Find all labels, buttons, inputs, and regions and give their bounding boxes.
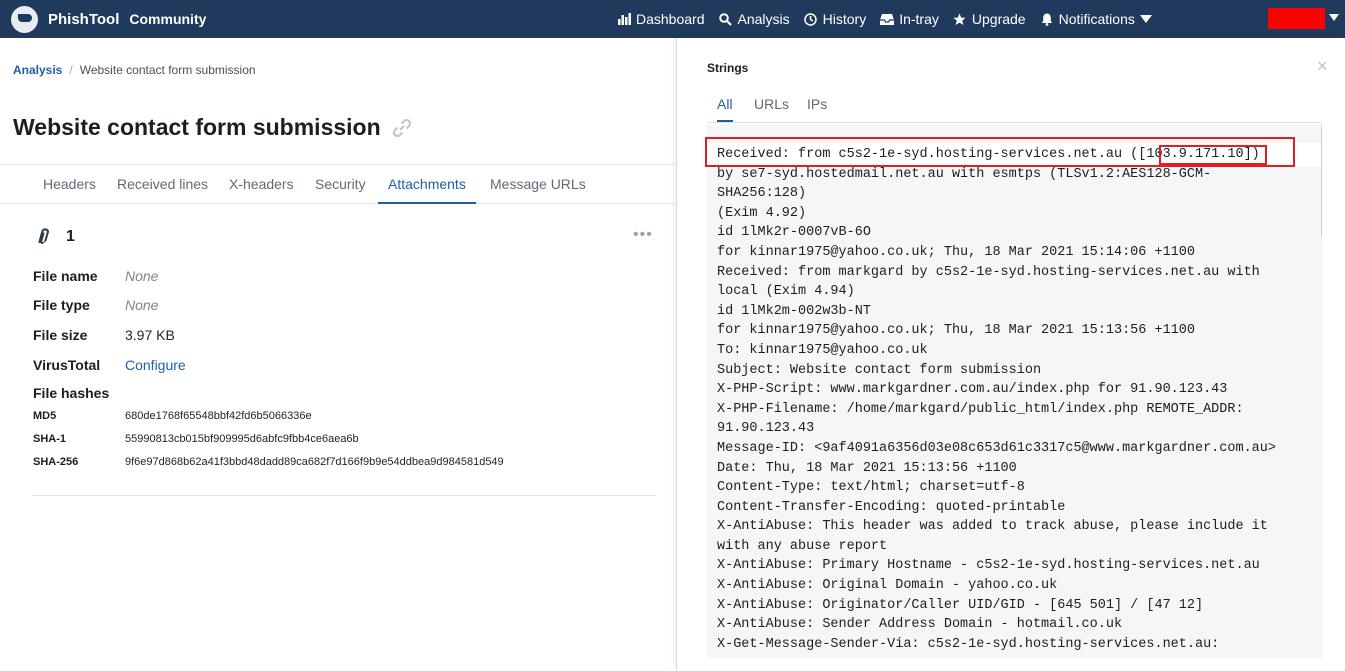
nav-dashboard-label: Dashboard <box>636 11 705 27</box>
string-line: Content-Transfer-Encoding: quoted-printa… <box>717 499 1066 515</box>
strings-tab-all[interactable]: All <box>717 96 733 122</box>
nav-analysis[interactable]: Analysis <box>719 11 790 27</box>
breadcrumb-separator: / <box>69 63 73 77</box>
string-line: local (Exim 4.94) <box>717 284 855 300</box>
md5-value: 680de1768f65548bbf42fd6b5066336e <box>125 410 312 422</box>
nav-upgrade-label: Upgrade <box>971 11 1026 27</box>
brand-name: PhishTool <box>48 10 120 28</box>
virustotal-configure-link[interactable]: Configure <box>125 357 186 373</box>
inbox-icon <box>880 12 895 26</box>
sha1-value: 55990813cb015bf909995d6abfc9fbb4ce6aea6b <box>125 433 359 445</box>
tab-headers[interactable]: Headers <box>43 165 96 204</box>
search-icon <box>719 12 733 26</box>
virustotal-label: VirusTotal <box>33 357 101 373</box>
string-line: 91.90.123.43 <box>717 421 815 437</box>
nav-upgrade[interactable]: Upgrade <box>953 11 1026 27</box>
string-line: X-AntiAbuse: This header was added to tr… <box>717 519 1268 535</box>
attachment-header: 1 <box>33 226 75 247</box>
string-line: by se7-syd.hostedmail.net.au with esmtps… <box>717 166 1212 182</box>
strings-tab-ips[interactable]: IPs <box>807 96 827 122</box>
string-line: X-Get-Message-Sender-Via: c5s2-1e-syd.ho… <box>717 636 1220 652</box>
file-name-label: File name <box>33 268 98 284</box>
file-name-value: None <box>125 268 159 284</box>
sha1-label: SHA-1 <box>33 433 67 445</box>
string-line: for kinnar1975@yahoo.co.uk; Thu, 18 Mar … <box>717 323 1195 339</box>
string-line: with any abuse report <box>717 538 888 554</box>
page-title: Website contact form submission <box>13 114 413 141</box>
link-icon[interactable] <box>391 117 413 139</box>
strings-panel: Strings × All URLs IPs Received: from c5… <box>676 38 1345 671</box>
string-line: for kinnar1975@yahoo.co.uk; Thu, 18 Mar … <box>717 244 1195 260</box>
breadcrumb-current: Website contact form submission <box>79 63 256 77</box>
string-line: id 1lMk2m-002w3b-NT <box>717 303 871 319</box>
strings-content[interactable]: Received: from c5s2-1e-syd.hosting-servi… <box>707 125 1322 658</box>
section-divider <box>33 495 655 496</box>
string-line: (Exim 4.92) <box>717 205 807 221</box>
strings-tab-divider <box>707 122 1322 123</box>
string-line: To: kinnar1975@yahoo.co.uk <box>717 342 928 358</box>
more-options-icon[interactable]: ••• <box>633 226 653 244</box>
sha256-label: SHA-256 <box>33 456 79 468</box>
nav-notifications-label: Notifications <box>1058 11 1135 27</box>
strings-scrollbar[interactable] <box>1321 125 1322 658</box>
string-line: Date: Thu, 18 Mar 2021 15:13:56 +1100 <box>717 460 1017 476</box>
nav-links: Dashboard Analysis History In-tray Upgra… <box>617 0 1166 38</box>
nav-in-tray-label: In-tray <box>899 11 939 27</box>
file-size-value: 3.97 KB <box>125 327 175 343</box>
file-size-label: File size <box>33 327 88 343</box>
attachment-count: 1 <box>66 227 75 245</box>
string-line: Message-ID: <9af4091a6356d03e08c653d61c3… <box>717 440 1276 456</box>
bar-chart-icon <box>617 12 631 26</box>
tab-attachments[interactable]: Attachments <box>378 165 476 204</box>
annotation-box-ip-address <box>1159 145 1267 165</box>
string-line: X-PHP-Filename: /home/markgard/public_ht… <box>717 401 1244 417</box>
phishtool-logo-icon <box>11 5 38 33</box>
strings-scrollbar-thumb[interactable] <box>1321 125 1322 237</box>
strings-tab-urls[interactable]: URLs <box>754 96 789 122</box>
nav-dashboard[interactable]: Dashboard <box>617 11 705 27</box>
string-line: X-AntiAbuse: Originator/Caller UID/GID -… <box>717 597 1204 613</box>
bell-icon <box>1040 12 1054 26</box>
tab-security[interactable]: Security <box>315 165 366 204</box>
nav-history-label: History <box>822 11 867 27</box>
string-line: Received: from markgard by c5s2-1e-syd.h… <box>717 264 1260 280</box>
paperclip-icon <box>29 222 58 251</box>
nav-history[interactable]: History <box>804 11 867 27</box>
string-line: X-AntiAbuse: Primary Hostname - c5s2-1e-… <box>717 558 1260 574</box>
string-line: X-AntiAbuse: Sender Address Domain - hot… <box>717 617 1123 633</box>
breadcrumb: Analysis / Website contact form submissi… <box>13 63 256 77</box>
page-title-text: Website contact form submission <box>13 114 381 140</box>
close-icon[interactable]: × <box>1317 56 1328 77</box>
string-line: X-PHP-Script: www.markgardner.com.au/ind… <box>717 382 1228 398</box>
analysis-tabs: Headers Received lines X-headers Securit… <box>0 164 675 204</box>
string-line: Subject: Website contact form submission <box>717 362 1042 378</box>
nav-analysis-label: Analysis <box>737 11 790 27</box>
string-line: X-AntiAbuse: Original Domain - yahoo.co.… <box>717 578 1058 594</box>
file-type-value: None <box>125 297 159 313</box>
user-menu-caret-icon[interactable] <box>1329 14 1339 21</box>
user-menu-redacted[interactable] <box>1268 8 1325 29</box>
file-hashes-label: File hashes <box>33 385 110 401</box>
tab-x-headers[interactable]: X-headers <box>229 165 294 204</box>
breadcrumb-analysis-link[interactable]: Analysis <box>13 63 62 77</box>
top-navbar: PhishTool Community Dashboard Analysis H… <box>0 0 1345 38</box>
chevron-down-icon <box>1139 15 1152 23</box>
star-icon <box>953 12 967 26</box>
string-line: id 1lMk2r-0007vB-6O <box>717 225 871 241</box>
md5-label: MD5 <box>33 410 57 422</box>
string-line: SHA256:128) <box>717 186 807 202</box>
strings-text: Received: from c5s2-1e-syd.hosting-servi… <box>717 145 1302 654</box>
brand[interactable]: PhishTool Community <box>11 5 207 33</box>
nav-notifications[interactable]: Notifications <box>1040 11 1152 27</box>
sha256-value: 9f6e97d868b62a41f3bbd48dadd89ca682f7d166… <box>125 456 504 468</box>
tab-received-lines[interactable]: Received lines <box>117 165 208 204</box>
strings-panel-title: Strings <box>707 61 749 75</box>
brand-edition: Community <box>129 11 207 27</box>
clock-icon <box>804 12 818 26</box>
string-line: Content-Type: text/html; charset=utf-8 <box>717 480 1025 496</box>
file-type-label: File type <box>33 297 90 313</box>
nav-in-tray[interactable]: In-tray <box>880 11 939 27</box>
tab-message-urls[interactable]: Message URLs <box>490 165 586 204</box>
